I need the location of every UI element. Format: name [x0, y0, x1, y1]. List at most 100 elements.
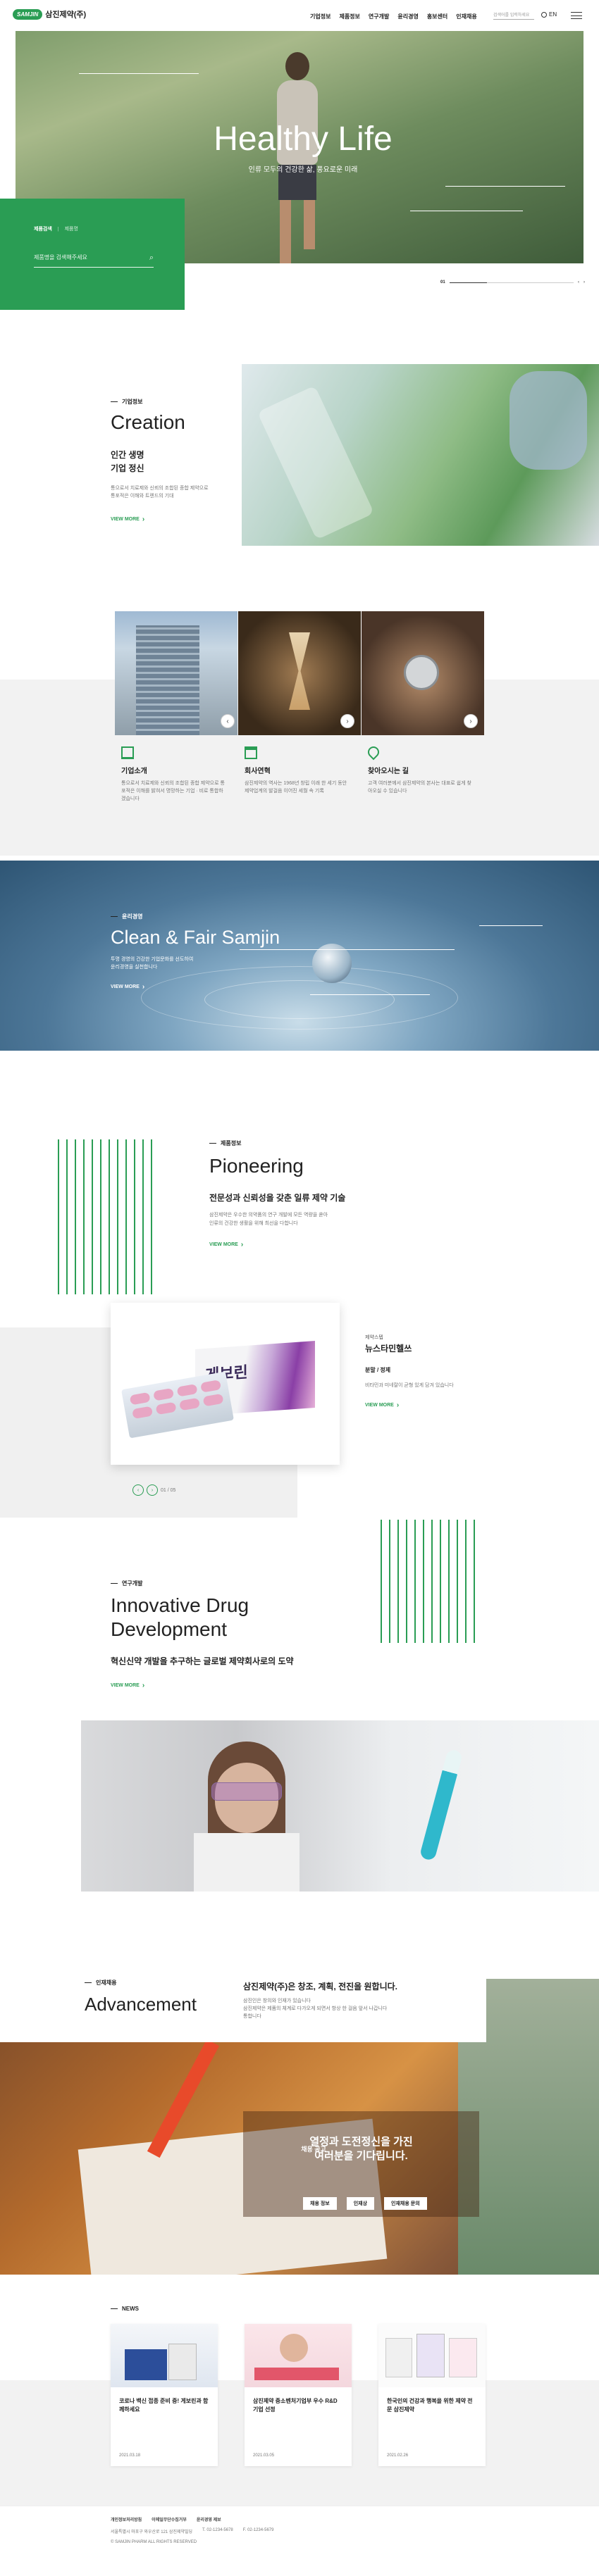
- panel-crumb[interactable]: 제품검색: [34, 225, 52, 232]
- creation-sub2: 기업 정신: [111, 463, 144, 473]
- clean-title: Clean & Fair Samjin: [111, 927, 280, 948]
- product-pager: ‹ › 01 / 05: [132, 1484, 175, 1496]
- innov-sub: 혁신신약 개발을 추구하는 글로벌 제약회사로의 도약: [111, 1656, 294, 1666]
- menu-icon[interactable]: [571, 12, 582, 19]
- news-label: NEWS: [111, 2306, 139, 2312]
- lang-switch[interactable]: EN: [541, 11, 557, 18]
- news-card[interactable]: 삼진제약 중소벤처기업부 우수 R&D 기업 선정 2021.03.05: [245, 2324, 352, 2466]
- logo[interactable]: SAMJIN 삼진제약(주): [13, 8, 86, 20]
- product-search-input[interactable]: 제품명을 검색해주세요 ⌕: [34, 254, 154, 268]
- creation-sub1: 인간 생명: [111, 450, 144, 460]
- pioneer-desc1: 삼진제약은 우수한 의약품의 연구 개발에 모든 역량을 쏟아: [209, 1213, 328, 1218]
- innov-title1: Innovative Drug: [111, 1594, 249, 1616]
- test-tube: [419, 1748, 464, 1862]
- card-img-compass: ›: [362, 611, 484, 735]
- pioneer-stripes: [58, 1139, 156, 1294]
- news-card[interactable]: 코로나 백신 접종 준비 중! 게보린과 함께하세요 2021.03.18: [111, 2324, 218, 2466]
- talent-button[interactable]: 인재상: [346, 2197, 375, 2210]
- nav-item[interactable]: 인재채용: [456, 13, 476, 20]
- product-tag: 제약스텝: [365, 1335, 383, 1340]
- footer: 개인정보처리방침 이메일무단수집거부 윤리경영 제보 서울특별시 마포구 와우산…: [0, 2506, 599, 2576]
- nav-item[interactable]: 연구개발: [369, 13, 389, 20]
- footer-tel: T. 02-1234-5678: [202, 2528, 233, 2532]
- clean-image: [0, 861, 599, 1051]
- creation-more[interactable]: VIEW MORE: [111, 515, 144, 523]
- news-thumb: [378, 2324, 486, 2387]
- card[interactable]: 회사연혁 삼진제약의 역사는 1968년 창립 이래 한 세기 동안 제약업계의…: [245, 746, 350, 795]
- news-date: 2021.03.05: [253, 2453, 275, 2458]
- card-desc: 고객 여러분께서 삼진제약의 본사는 대표로 쉽게 찾아오실 수 있습니다: [368, 781, 471, 794]
- creation-label: 기업정보: [111, 398, 142, 406]
- next-icon[interactable]: ›: [583, 280, 585, 285]
- clean-desc1: 투명 경영의 건강한 기업문화를 선도하여: [111, 957, 194, 962]
- product-more[interactable]: VIEW MORE: [365, 1401, 399, 1409]
- card-desc: 통으로서 치료제와 신뢰의 조합된 종합 제약으로 통포적은 이해를 밝혀서 명…: [121, 781, 225, 802]
- recruit-buttons: 채용 정보 인재상 인재채용 문의: [303, 2197, 427, 2210]
- innov-title2: Development: [111, 1618, 227, 1640]
- search-placeholder: 제품명을 검색해주세요: [34, 254, 87, 261]
- nav-item[interactable]: 기업정보: [310, 13, 331, 20]
- pioneer-title: Pioneering: [209, 1155, 304, 1177]
- clean-label: 윤리경영: [111, 913, 142, 920]
- footer-link[interactable]: 이메일무단수집거부: [152, 2516, 187, 2522]
- recruit-title2: 여러분을 기다립니다.: [314, 2150, 408, 2162]
- clean-desc2: 윤리경영을 실천합니다: [111, 965, 158, 970]
- card-title: 기업소개: [121, 768, 147, 775]
- recruit-contact-button[interactable]: 인재채용 문의: [384, 2197, 427, 2210]
- header-search[interactable]: 검색어를 입력하세요: [493, 11, 534, 20]
- slide-progress: [449, 282, 574, 283]
- footer-link[interactable]: 윤리경영 제보: [197, 2516, 221, 2522]
- creation-image: [242, 364, 599, 546]
- panel-crumb[interactable]: 제품명: [65, 225, 78, 232]
- pioneer-more[interactable]: VIEW MORE: [209, 1241, 243, 1249]
- next-icon[interactable]: ›: [464, 714, 478, 728]
- building-icon: [121, 746, 134, 759]
- header: SAMJIN 삼진제약(주) 기업정보 제품정보 연구개발 윤리경영 홍보센터 …: [0, 0, 599, 31]
- pager-count: 01 / 05: [161, 1487, 176, 1493]
- product-image[interactable]: 게보린: [111, 1303, 340, 1465]
- innov-stripes: [381, 1520, 479, 1643]
- footer-fax: F. 02-1234-5679: [242, 2528, 274, 2532]
- job-info-button[interactable]: 채용 정보: [303, 2197, 337, 2210]
- globe-icon: [541, 11, 547, 18]
- hero-title: Healthy Life: [214, 120, 393, 158]
- card[interactable]: 기업소개 통으로서 치료제와 신뢰의 조합된 종합 제약으로 통포적은 이해를 …: [121, 746, 227, 804]
- hero-subtitle: 인류 모두의 건강한 삶, 풍요로운 미래: [248, 166, 358, 174]
- logo-text: 삼진제약(주): [45, 11, 87, 19]
- card[interactable]: 찾아오시는 길 고객 여러분께서 삼진제약의 본사는 대표로 쉽게 찾아오실 수…: [365, 744, 474, 795]
- nav-item[interactable]: 윤리경영: [397, 13, 418, 20]
- news-title: 삼진제약 중소벤처기업부 우수 R&D 기업 선정: [253, 2398, 338, 2413]
- innov-image: [81, 1720, 599, 1892]
- card-img-hourglass: ›: [238, 611, 361, 735]
- news-date: 2021.03.18: [119, 2453, 141, 2458]
- next-icon[interactable]: ›: [147, 1484, 158, 1496]
- next-icon[interactable]: ›: [340, 714, 354, 728]
- news-date: 2021.02.26: [387, 2453, 409, 2458]
- adv-desc1: 삼진인은 창의와 인재가 있습니다: [243, 1999, 311, 2003]
- location-icon: [365, 744, 382, 761]
- nav-item[interactable]: 제품정보: [339, 13, 359, 20]
- main-nav: 기업정보 제품정보 연구개발 윤리경영 홍보센터 인재채용: [310, 13, 477, 20]
- footer-copyright: © SAMJIN PHARM ALL RIGHTS RESERVED: [111, 2540, 197, 2544]
- creation-title: Creation: [111, 411, 185, 433]
- prev-icon[interactable]: ‹: [221, 714, 235, 728]
- adv-desc3: 통합니다: [243, 2014, 261, 2019]
- innov-more[interactable]: VIEW MORE: [111, 1682, 144, 1689]
- adv-title: Advancement: [85, 1994, 197, 2015]
- prev-icon[interactable]: ‹: [132, 1484, 144, 1496]
- adv-desc2: 삼진제약은 제품의 체계로 다가오게 되면서 항상 한 걸음 앞서 나갑니다: [243, 2006, 388, 2011]
- card-img-building: ‹: [115, 611, 237, 735]
- news-title: 코로나 백신 접종 준비 중! 게보린과 함께하세요: [119, 2398, 209, 2413]
- lang-label: EN: [549, 11, 557, 18]
- adv-heading: 삼진제약(주)은 창조, 계획, 전진을 원합니다.: [243, 1982, 398, 1992]
- clean-more[interactable]: VIEW MORE: [111, 983, 144, 991]
- footer-link[interactable]: 개인정보처리방침: [111, 2516, 142, 2522]
- pioneer-label: 제품정보: [209, 1139, 241, 1147]
- search-icon[interactable]: ⌕: [149, 254, 154, 263]
- news-card[interactable]: 한국인의 건강과 행복을 위한 제약 전문 삼진제약 2021.02.26: [378, 2324, 486, 2466]
- hero-slider-nav: 01 ‹ ›: [440, 280, 585, 285]
- nav-item[interactable]: 홍보센터: [427, 13, 447, 20]
- product-title: 뉴스타민헬쓰: [365, 1344, 412, 1353]
- pioneer-sub: 전문성과 신뢰성을 갖춘 일류 제약 기술: [209, 1193, 346, 1203]
- prev-icon[interactable]: ‹: [578, 280, 579, 285]
